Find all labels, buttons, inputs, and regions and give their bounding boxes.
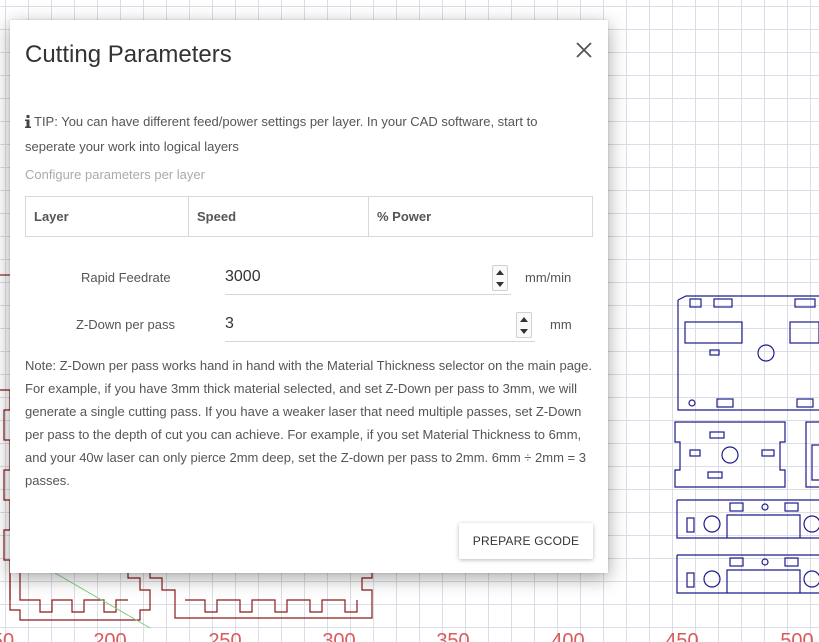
table-header-power: % Power <box>377 209 432 224</box>
zdown-stepper[interactable] <box>516 312 532 338</box>
blue-hole <box>703 515 721 533</box>
blue-slot <box>709 349 720 356</box>
zdown-label: Z-Down per pass <box>76 317 175 332</box>
blue-slot <box>784 502 799 512</box>
blue-slot <box>686 517 695 533</box>
blue-cutout <box>726 569 801 593</box>
zdown-note: Note: Z-Down per pass works hand in hand… <box>25 358 592 488</box>
blue-hole <box>761 503 769 511</box>
blue-slot <box>684 321 743 344</box>
blue-slot <box>789 321 819 344</box>
blue-hole <box>761 558 769 566</box>
blue-hole <box>757 344 775 362</box>
blue-hole <box>803 515 819 533</box>
table-header-speed: Speed <box>189 197 369 236</box>
configure-per-layer-text: Configure parameters per layer <box>25 167 205 182</box>
spinner-down-icon[interactable] <box>493 278 507 290</box>
blue-hole <box>803 570 819 588</box>
red-part-bottom-left <box>9 573 151 621</box>
blue-slot <box>794 298 816 308</box>
blue-slot <box>713 298 733 308</box>
red-part-edge <box>0 389 11 600</box>
blue-slot <box>761 449 775 457</box>
blue-slot <box>689 298 702 308</box>
blue-part-outlines <box>674 295 819 594</box>
close-button[interactable] <box>572 38 596 62</box>
prepare-gcode-button[interactable]: PREPARE GCODE <box>459 523 593 559</box>
rapid-feedrate-value[interactable]: 3000 <box>225 268 261 286</box>
zdown-value[interactable]: 3 <box>225 315 234 333</box>
blue-slot <box>729 502 744 512</box>
tip-text-block: TIP: You can have different feed/power s… <box>25 110 585 158</box>
rapid-feedrate-input[interactable]: 3000 <box>225 261 511 295</box>
blue-cutout <box>726 514 801 538</box>
red-part-fingers <box>185 599 358 613</box>
blue-plate-edge <box>811 444 819 481</box>
blue-hole <box>703 570 721 588</box>
rapid-feedrate-stepper[interactable] <box>492 265 508 291</box>
rapid-feedrate-row: Rapid Feedrate 3000 mm/min <box>10 261 608 295</box>
blue-slot <box>796 398 814 408</box>
blue-plate-top <box>677 295 819 411</box>
cutting-parameters-modal: Cutting Parameters TIP: You can have dif… <box>10 20 608 573</box>
modal-title: Cutting Parameters <box>25 41 232 68</box>
spinner-down-icon[interactable] <box>517 325 531 337</box>
blue-hole <box>721 446 739 464</box>
info-icon <box>25 112 31 135</box>
tip-text: TIP: You can have different feed/power s… <box>25 114 538 154</box>
blue-slot <box>716 398 734 408</box>
blue-slot <box>686 572 695 588</box>
blue-slot <box>689 449 701 457</box>
blue-slot <box>709 431 725 439</box>
layer-parameters-table: Layer Speed % Power <box>25 196 593 237</box>
blue-hole <box>688 399 696 407</box>
zdown-input[interactable]: 3 <box>225 308 535 342</box>
zdown-unit: mm <box>550 317 572 332</box>
table-header-layer: Layer <box>26 197 189 236</box>
blue-slot <box>707 471 723 479</box>
spinner-up-icon[interactable] <box>517 313 531 325</box>
rapid-feedrate-unit: mm/min <box>525 270 572 285</box>
red-part-bottom-center <box>149 573 373 619</box>
spinner-up-icon[interactable] <box>493 266 507 278</box>
zdown-row: Z-Down per pass 3 mm <box>10 308 608 342</box>
rapid-feedrate-label: Rapid Feedrate <box>81 270 171 285</box>
blue-slot <box>784 557 799 567</box>
blue-slot <box>729 557 744 567</box>
close-icon[interactable] <box>576 42 592 58</box>
blue-plate-middle <box>674 421 786 488</box>
